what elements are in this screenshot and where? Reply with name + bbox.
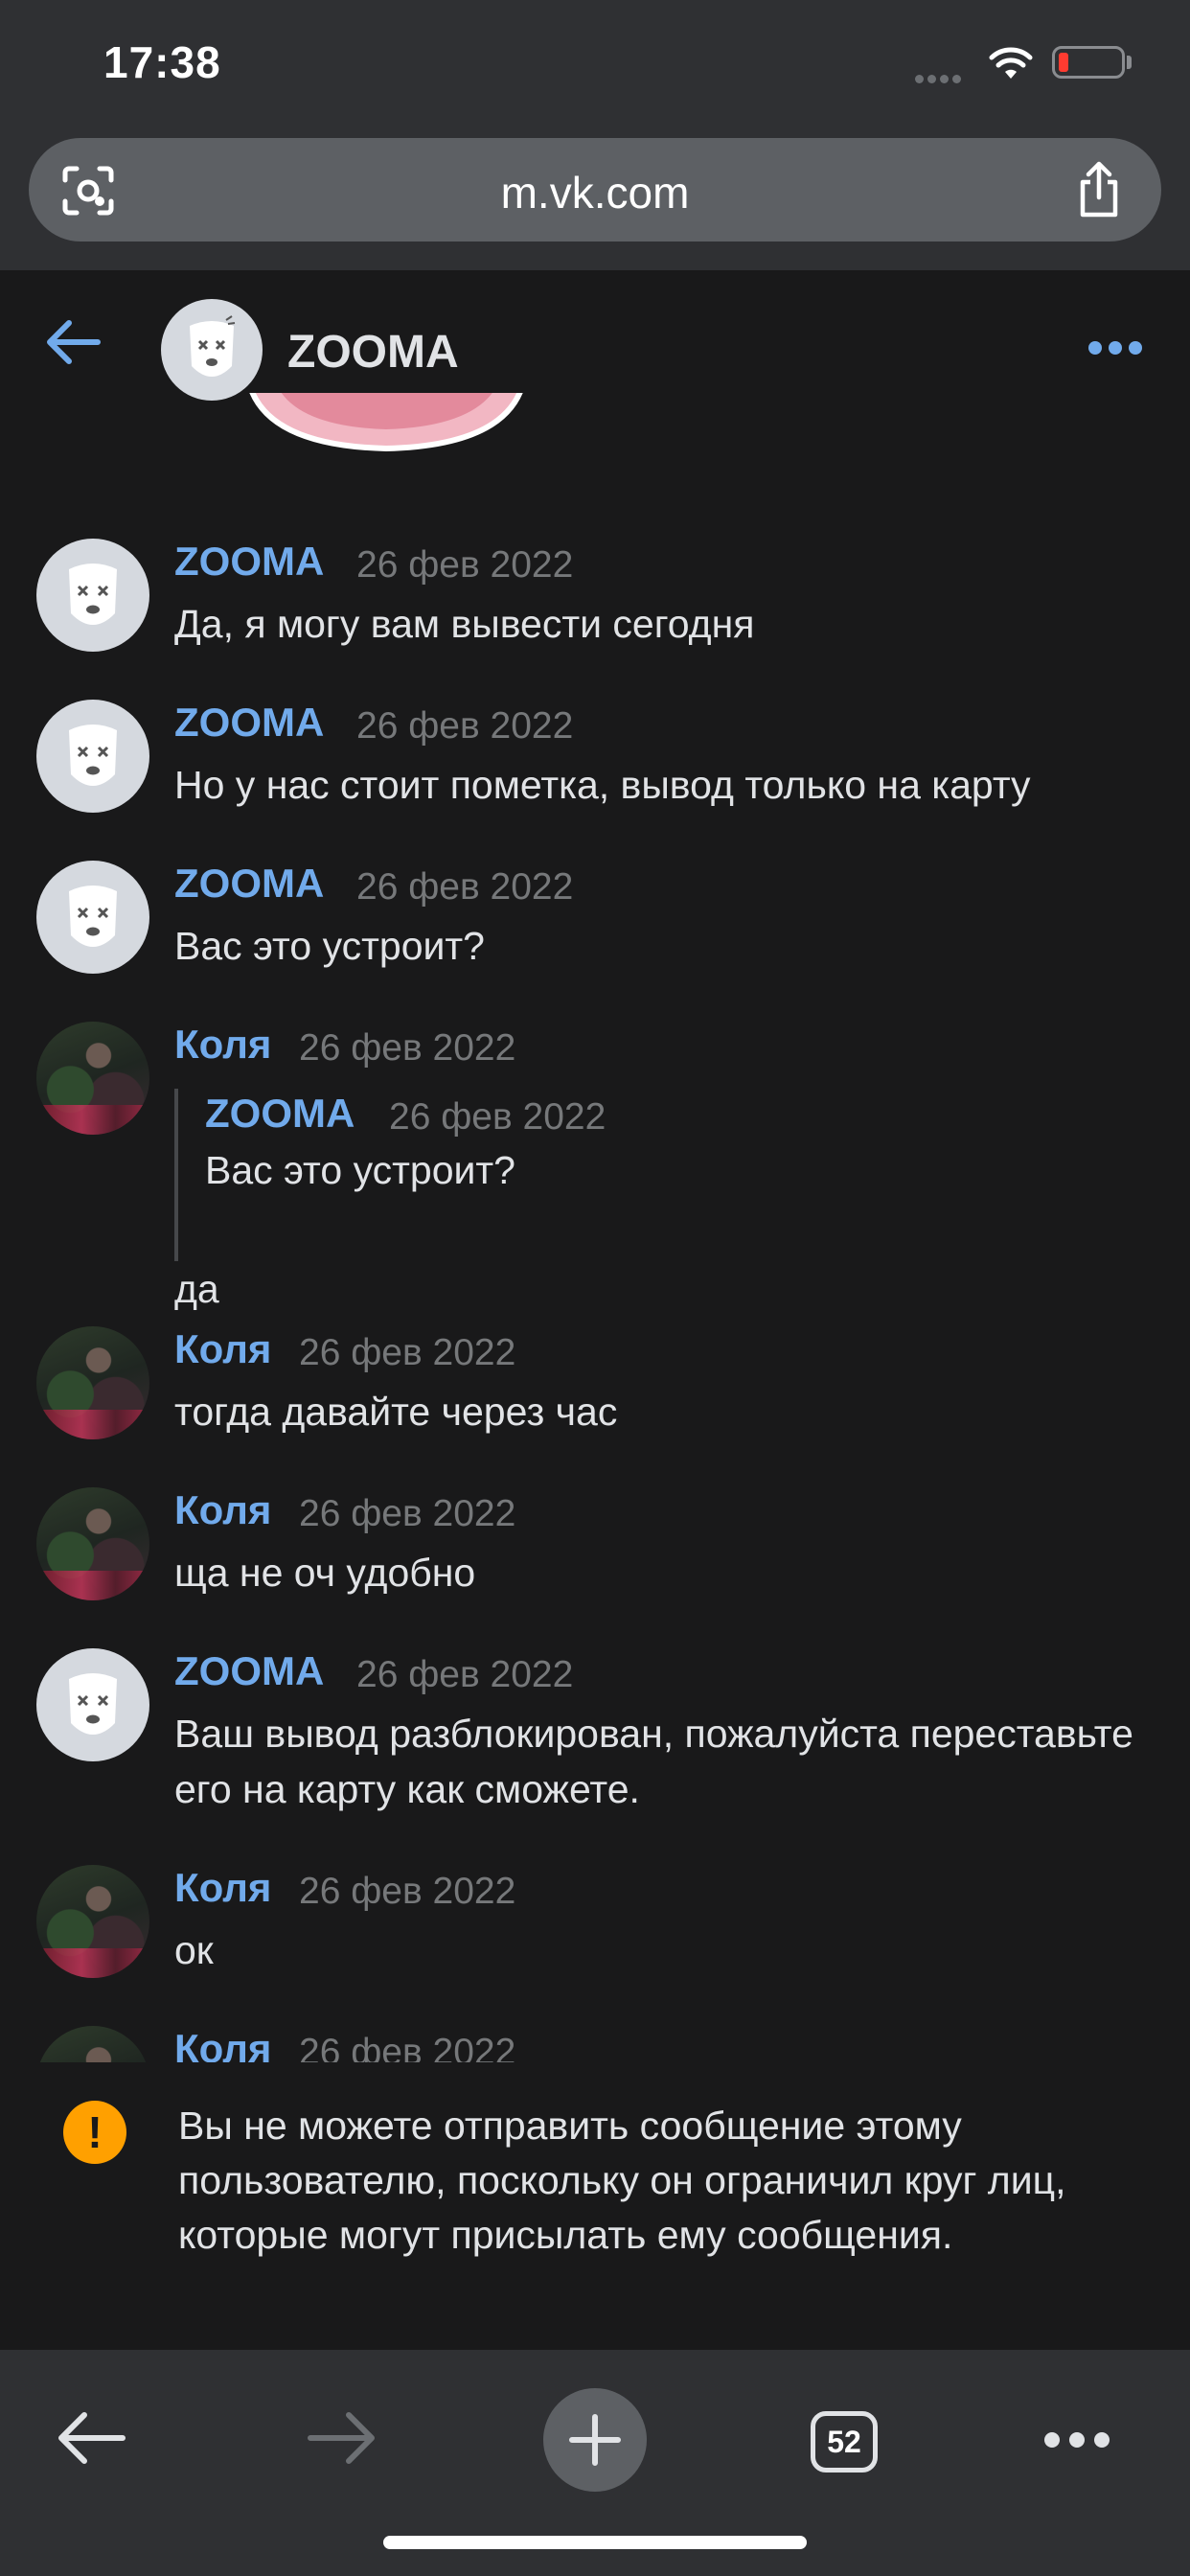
share-icon[interactable] <box>1075 161 1123 218</box>
message-text: да <box>174 1267 219 1311</box>
message-date: 26 фев 2022 <box>356 705 574 747</box>
chat-options-icon[interactable] <box>1082 341 1142 359</box>
author-name[interactable]: Коля <box>174 1326 271 1372</box>
message-date: 26 фев 2022 <box>356 1654 574 1695</box>
message-date: 26 фев 2022 <box>356 544 574 586</box>
author-avatar[interactable] <box>36 1865 149 1978</box>
author-avatar[interactable] <box>36 539 149 652</box>
tabs-count-button[interactable]: 52 <box>811 2411 878 2472</box>
author-name[interactable]: ZOOMA <box>174 861 324 907</box>
author-name[interactable]: ZOOMA <box>174 1648 324 1694</box>
address-bar[interactable]: m.vk.com <box>29 138 1161 242</box>
new-tab-button[interactable] <box>543 2388 647 2492</box>
author-avatar[interactable] <box>36 1022 149 1135</box>
chat-header: ZOOMA <box>0 270 1190 414</box>
message-text: ща не оч удобно <box>174 1551 476 1595</box>
message-text: Вас это устроит? <box>174 924 485 968</box>
quoted-message[interactable]: ZOOMA 26 фев 2022 Вас это устроит? <box>174 1089 1136 1261</box>
author-avatar[interactable] <box>36 2026 149 2062</box>
dog-mascot-icon <box>190 315 236 377</box>
quoted-author: ZOOMA <box>205 1091 355 1136</box>
message-text: Ваш вывод разблокирован, пожалуйста пере… <box>174 1712 1133 1811</box>
message-text: Да, я могу вам вывести сегодня <box>174 602 755 646</box>
message-date: 26 фев 2022 <box>299 1027 516 1069</box>
wifi-icon <box>989 47 1033 79</box>
author-avatar[interactable] <box>36 700 149 813</box>
browser-menu-icon[interactable] <box>1044 2432 1119 2452</box>
author-avatar[interactable] <box>36 1487 149 1600</box>
author-name[interactable]: Коля <box>174 2026 271 2062</box>
back-arrow-icon[interactable] <box>44 318 102 366</box>
battery-icon <box>1052 46 1125 79</box>
author-avatar[interactable] <box>36 1326 149 1439</box>
status-time: 17:38 <box>103 37 221 87</box>
message-date: 26 фев 2022 <box>299 1332 516 1373</box>
author-name[interactable]: ZOOMA <box>174 700 324 746</box>
chat-title[interactable]: ZOOMA <box>287 326 459 379</box>
dog-mascot-icon <box>69 564 117 625</box>
dog-mascot-icon <box>69 886 117 947</box>
quoted-date: 26 фев 2022 <box>389 1096 606 1138</box>
dog-mascot-icon <box>69 724 117 786</box>
message-text: тогда давайте через час <box>174 1390 618 1434</box>
author-avatar[interactable] <box>36 861 149 974</box>
status-bar: 17:38 <box>0 0 1190 134</box>
author-avatar[interactable] <box>36 1648 149 1761</box>
warning-icon: ! <box>63 2101 126 2164</box>
browser-address-area: m.vk.com <box>0 134 1190 270</box>
message-list: ZOOMA 26 фев 2022 Да, я могу вам вывести… <box>0 414 1190 2062</box>
message-date: 26 фев 2022 <box>299 1493 516 1534</box>
browser-forward-icon[interactable] <box>307 2411 378 2465</box>
author-name[interactable]: ZOOMA <box>174 539 324 585</box>
chat-avatar[interactable] <box>161 299 263 401</box>
plus-icon <box>569 2414 621 2466</box>
message-date: 26 фев 2022 <box>299 1871 516 1912</box>
message-date: 26 фев 2022 <box>299 2032 516 2062</box>
notice-text: Вы не можете отправить сообщение этому п… <box>178 2104 1066 2257</box>
dog-mascot-icon <box>69 1673 117 1735</box>
author-name[interactable]: Коля <box>174 1022 271 1068</box>
message-text: ок <box>174 1928 214 1972</box>
author-name[interactable]: Коля <box>174 1487 271 1533</box>
message-date: 26 фев 2022 <box>356 866 574 908</box>
messaging-restricted-notice: ! Вы не можете отправить сообщение этому… <box>0 2062 1190 2350</box>
home-indicator <box>383 2536 807 2549</box>
cellular-signal-icon <box>915 71 965 88</box>
author-name[interactable]: Коля <box>174 1865 271 1911</box>
browser-back-icon[interactable] <box>56 2411 126 2465</box>
message-text: Но у нас стоит пометка, вывод только на … <box>174 763 1031 807</box>
url-text[interactable]: m.vk.com <box>29 167 1161 218</box>
quoted-text: Вас это устроит? <box>205 1148 515 1192</box>
